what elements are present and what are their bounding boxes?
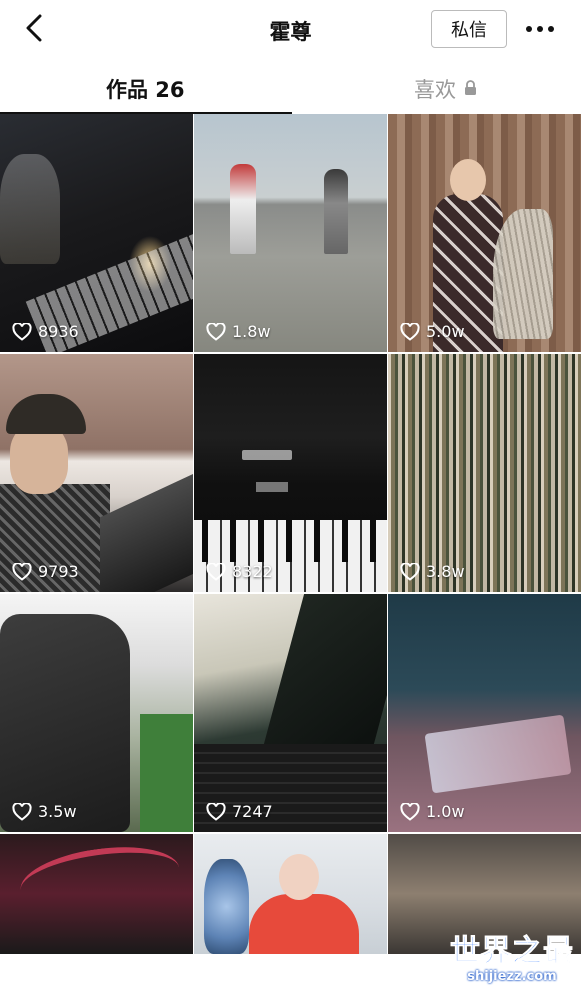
- like-count-value: 5.0w: [426, 322, 465, 341]
- more-dots-icon: [526, 26, 532, 32]
- heart-icon: [400, 802, 420, 821]
- video-thumbnail[interactable]: 7247: [194, 594, 387, 832]
- like-count: 1.0w: [400, 802, 465, 821]
- watermark-title: 世界之最: [450, 934, 574, 969]
- like-count-value: 1.0w: [426, 802, 465, 821]
- tab-likes[interactable]: 喜欢: [414, 74, 477, 104]
- video-thumbnail[interactable]: 8322: [194, 354, 387, 592]
- like-count: 3.5w: [12, 802, 77, 821]
- tab-works-label: 作品 26: [106, 78, 185, 102]
- video-thumbnail[interactable]: [194, 834, 387, 954]
- like-count: 3.8w: [400, 562, 465, 581]
- like-count-value: 3.8w: [426, 562, 465, 581]
- site-watermark: 世界之最 shijiezz.com: [449, 934, 575, 995]
- heart-icon: [12, 322, 32, 341]
- watermark-url: shijiezz.com: [467, 969, 557, 984]
- tab-likes-label: 喜欢: [414, 78, 456, 102]
- like-count: 7247: [206, 802, 273, 821]
- profile-tabs: 作品 26 喜欢: [0, 60, 581, 114]
- heart-icon: [206, 802, 226, 821]
- message-button[interactable]: 私信: [431, 10, 507, 48]
- heart-icon: [400, 562, 420, 581]
- tab-works[interactable]: 作品 26: [106, 74, 185, 104]
- video-thumbnail[interactable]: 1.0w: [388, 594, 581, 832]
- like-count: 8322: [206, 562, 273, 581]
- heart-icon: [12, 802, 32, 821]
- like-count-value: 1.8w: [232, 322, 271, 341]
- like-count: 1.8w: [206, 322, 271, 341]
- like-count: 5.0w: [400, 322, 465, 341]
- video-thumbnail[interactable]: 1.8w: [194, 114, 387, 352]
- heart-icon: [400, 322, 420, 341]
- heart-icon: [12, 562, 32, 581]
- video-thumbnail[interactable]: 3.8w: [388, 354, 581, 592]
- like-count-value: 8936: [38, 322, 79, 341]
- like-count: 8936: [12, 322, 79, 341]
- like-count-value: 7247: [232, 802, 273, 821]
- more-button[interactable]: [520, 14, 560, 44]
- heart-icon: [206, 562, 226, 581]
- like-count-value: 8322: [232, 562, 273, 581]
- video-grid: 8936 1.8w 5.0w 9793 8322 3.8w 3.5w 7247 …: [0, 114, 581, 954]
- video-thumbnail[interactable]: [0, 834, 193, 954]
- like-count-value: 3.5w: [38, 802, 77, 821]
- heart-icon: [206, 322, 226, 341]
- like-count-value: 9793: [38, 562, 79, 581]
- like-count: 9793: [12, 562, 79, 581]
- lock-icon: [464, 77, 477, 101]
- video-thumbnail[interactable]: 3.5w: [0, 594, 193, 832]
- video-thumbnail[interactable]: 8936: [0, 114, 193, 352]
- top-bar: 霍尊 私信: [0, 0, 581, 60]
- video-thumbnail[interactable]: 9793: [0, 354, 193, 592]
- video-thumbnail[interactable]: 5.0w: [388, 114, 581, 352]
